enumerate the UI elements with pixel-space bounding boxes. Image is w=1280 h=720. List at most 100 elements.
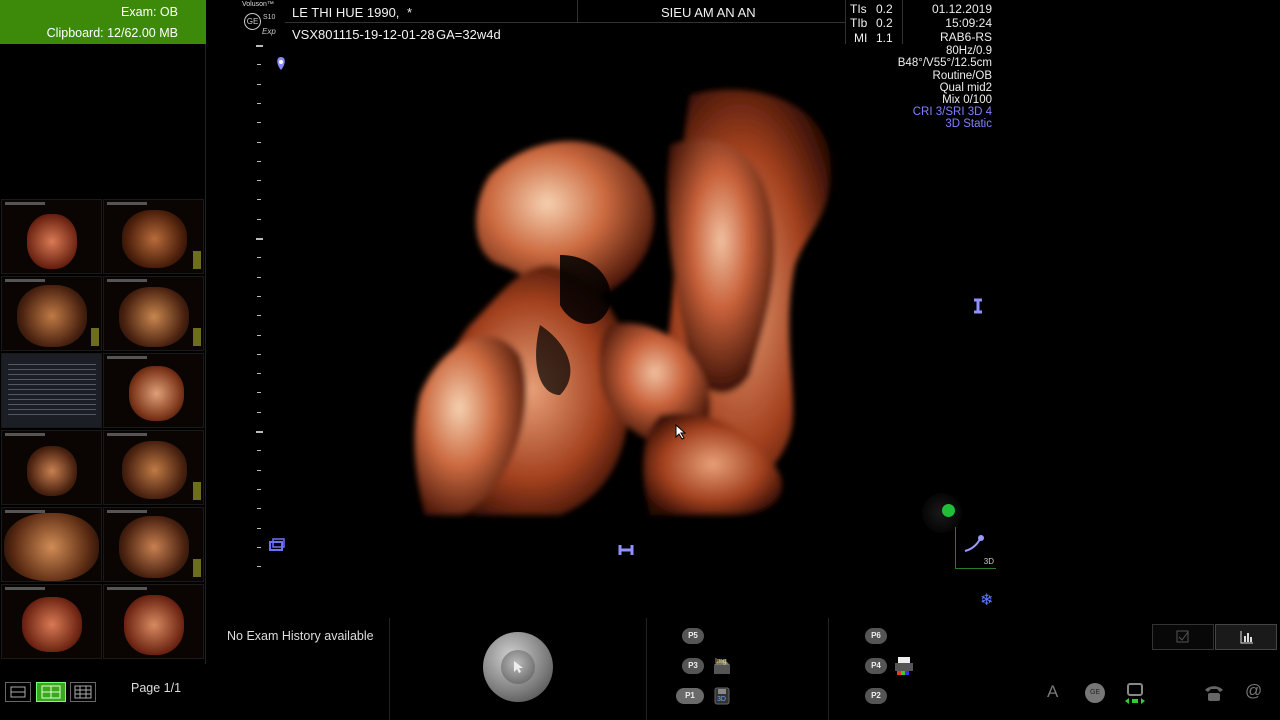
network-icon[interactable] <box>1123 682 1147 706</box>
depth-scale-tick <box>257 160 261 162</box>
clipboard-thumbnail[interactable] <box>103 430 204 505</box>
clipboard-thumbnail[interactable] <box>1 276 102 351</box>
exam-label: Exam: OB <box>121 5 178 19</box>
page-indicator: Page 1/1 <box>131 681 182 695</box>
clipboard-thumbnail[interactable] <box>103 507 204 582</box>
depth-scale-tick <box>256 238 263 240</box>
depth-scale-tick <box>257 83 261 85</box>
depth-scale-tick <box>257 450 261 452</box>
phone-icon[interactable] <box>1203 683 1225 703</box>
clipboard-thumbnail[interactable] <box>103 584 204 659</box>
image-store-icon[interactable]: Img <box>711 656 733 676</box>
chart-icon[interactable] <box>1215 624 1277 650</box>
p5-button[interactable]: P5 <box>682 628 704 644</box>
depth-scale-tick <box>257 334 261 336</box>
status-text-icon: A <box>1047 682 1059 701</box>
depth-scale-tick <box>257 276 261 278</box>
patient-marker: * <box>407 5 413 20</box>
at-icon[interactable]: @ <box>1245 681 1262 701</box>
clipboard-thumbnail[interactable] <box>1 584 102 659</box>
probe-name: RAB6-RS <box>939 30 992 44</box>
depth-scale-tick <box>257 199 261 201</box>
depth-scale-tick <box>257 353 261 355</box>
depth-scale-tick <box>257 508 261 510</box>
3d-orientation-widget[interactable]: 3D <box>955 527 996 569</box>
printer-icon[interactable] <box>893 655 915 677</box>
render-direction-icon[interactable] <box>617 543 635 557</box>
checkbox-icon[interactable] <box>1152 624 1214 650</box>
scan-angles: B48°/V55°/12.5cm <box>897 57 992 69</box>
header-divider <box>845 0 846 44</box>
brand-label: Voluson™ <box>242 1 274 8</box>
tis-label: TIs <box>850 2 867 16</box>
depth-scale-tick <box>257 295 261 297</box>
layout-single-icon[interactable] <box>5 682 31 702</box>
depth-scale-tick <box>257 373 261 375</box>
render-mode: 3D Static <box>945 118 992 130</box>
volume-box-icon[interactable] <box>268 538 286 552</box>
model-suffix: Exp <box>262 27 276 36</box>
3d-badge: 3D <box>983 557 994 566</box>
img-label: Img <box>715 658 727 665</box>
gear-icon[interactable]: ❄ <box>980 590 993 610</box>
gestational-age: GA=32w4d <box>436 27 501 42</box>
depth-scale-tick <box>257 102 261 104</box>
patient-id: VSX801115-19-12-01-28 <box>292 27 435 42</box>
voluson-logo: Voluson™ GE S10 Exp <box>240 0 282 40</box>
frame-rate: 80Hz/0.9 <box>945 45 992 57</box>
depth-scale-tick <box>257 257 261 259</box>
bottom-divider <box>389 618 390 720</box>
clipboard-thumbnail[interactable] <box>103 276 204 351</box>
mi-value: 1.1 <box>876 31 893 45</box>
depth-scale-tick <box>257 392 261 394</box>
cri-setting: CRI 3/SRI 3D 4 <box>912 106 992 118</box>
clipboard-thumbnail-report[interactable] <box>1 353 102 428</box>
depth-scale-tick <box>257 64 261 66</box>
3d-save-badge: 3D <box>717 696 726 703</box>
trackball-icon[interactable] <box>483 632 553 702</box>
bottom-divider <box>828 618 829 720</box>
depth-scale-tick <box>257 315 261 317</box>
exam-time: 15:09:24 <box>945 16 992 30</box>
clinic-name: SIEU AM AN AN <box>661 5 756 20</box>
depth-scale-tick <box>257 488 261 490</box>
p4-button[interactable]: P4 <box>865 658 887 674</box>
depth-scale-tick <box>257 122 261 124</box>
clipboard-thumbnail[interactable] <box>1 199 102 274</box>
clipboard-thumbnails <box>0 198 206 664</box>
depth-scale-tick <box>257 566 261 568</box>
ge-logo-icon: GE <box>244 13 261 30</box>
header-divider <box>902 0 903 44</box>
p3-button[interactable]: P3 <box>682 658 704 674</box>
mouse-cursor-icon <box>675 423 687 445</box>
preset: Routine/OB <box>932 70 992 82</box>
depth-scale-tick <box>257 546 261 548</box>
tis-value: 0.2 <box>876 2 893 16</box>
p2-button[interactable]: P2 <box>865 688 887 704</box>
p6-button[interactable]: P6 <box>865 628 887 644</box>
focus-marker-icon[interactable] <box>275 56 287 72</box>
3d-render-image[interactable] <box>400 75 860 535</box>
depth-scale-tick <box>257 141 261 143</box>
depth-scale-tick <box>257 527 261 529</box>
p1-button[interactable]: P1 <box>676 688 704 704</box>
mix: Mix 0/100 <box>942 94 992 106</box>
clipboard-thumbnail[interactable] <box>1 430 102 505</box>
depth-scale-tick <box>257 411 261 413</box>
depth-scale-tick <box>256 431 263 433</box>
mi-label: MI <box>854 31 868 45</box>
clipboard-thumbnail[interactable] <box>103 199 204 274</box>
clipboard-thumbnail[interactable] <box>1 507 102 582</box>
model-label: S10 <box>263 14 276 21</box>
orientation-icon[interactable] <box>971 297 985 315</box>
clipboard-thumbnail[interactable] <box>103 353 204 428</box>
bottom-divider <box>646 618 647 720</box>
depth-scale-tick <box>256 45 263 47</box>
layout-grid-small-icon[interactable] <box>70 682 96 702</box>
quality: Qual mid2 <box>939 82 992 94</box>
clipboard-label: Clipboard: 12/62.00 MB <box>46 26 178 40</box>
layout-grid-icon[interactable] <box>36 682 66 702</box>
exam-date: 01.12.2019 <box>931 2 992 16</box>
save-3d-icon[interactable]: 3D <box>712 686 732 706</box>
exam-history-text: No Exam History available <box>227 629 374 643</box>
